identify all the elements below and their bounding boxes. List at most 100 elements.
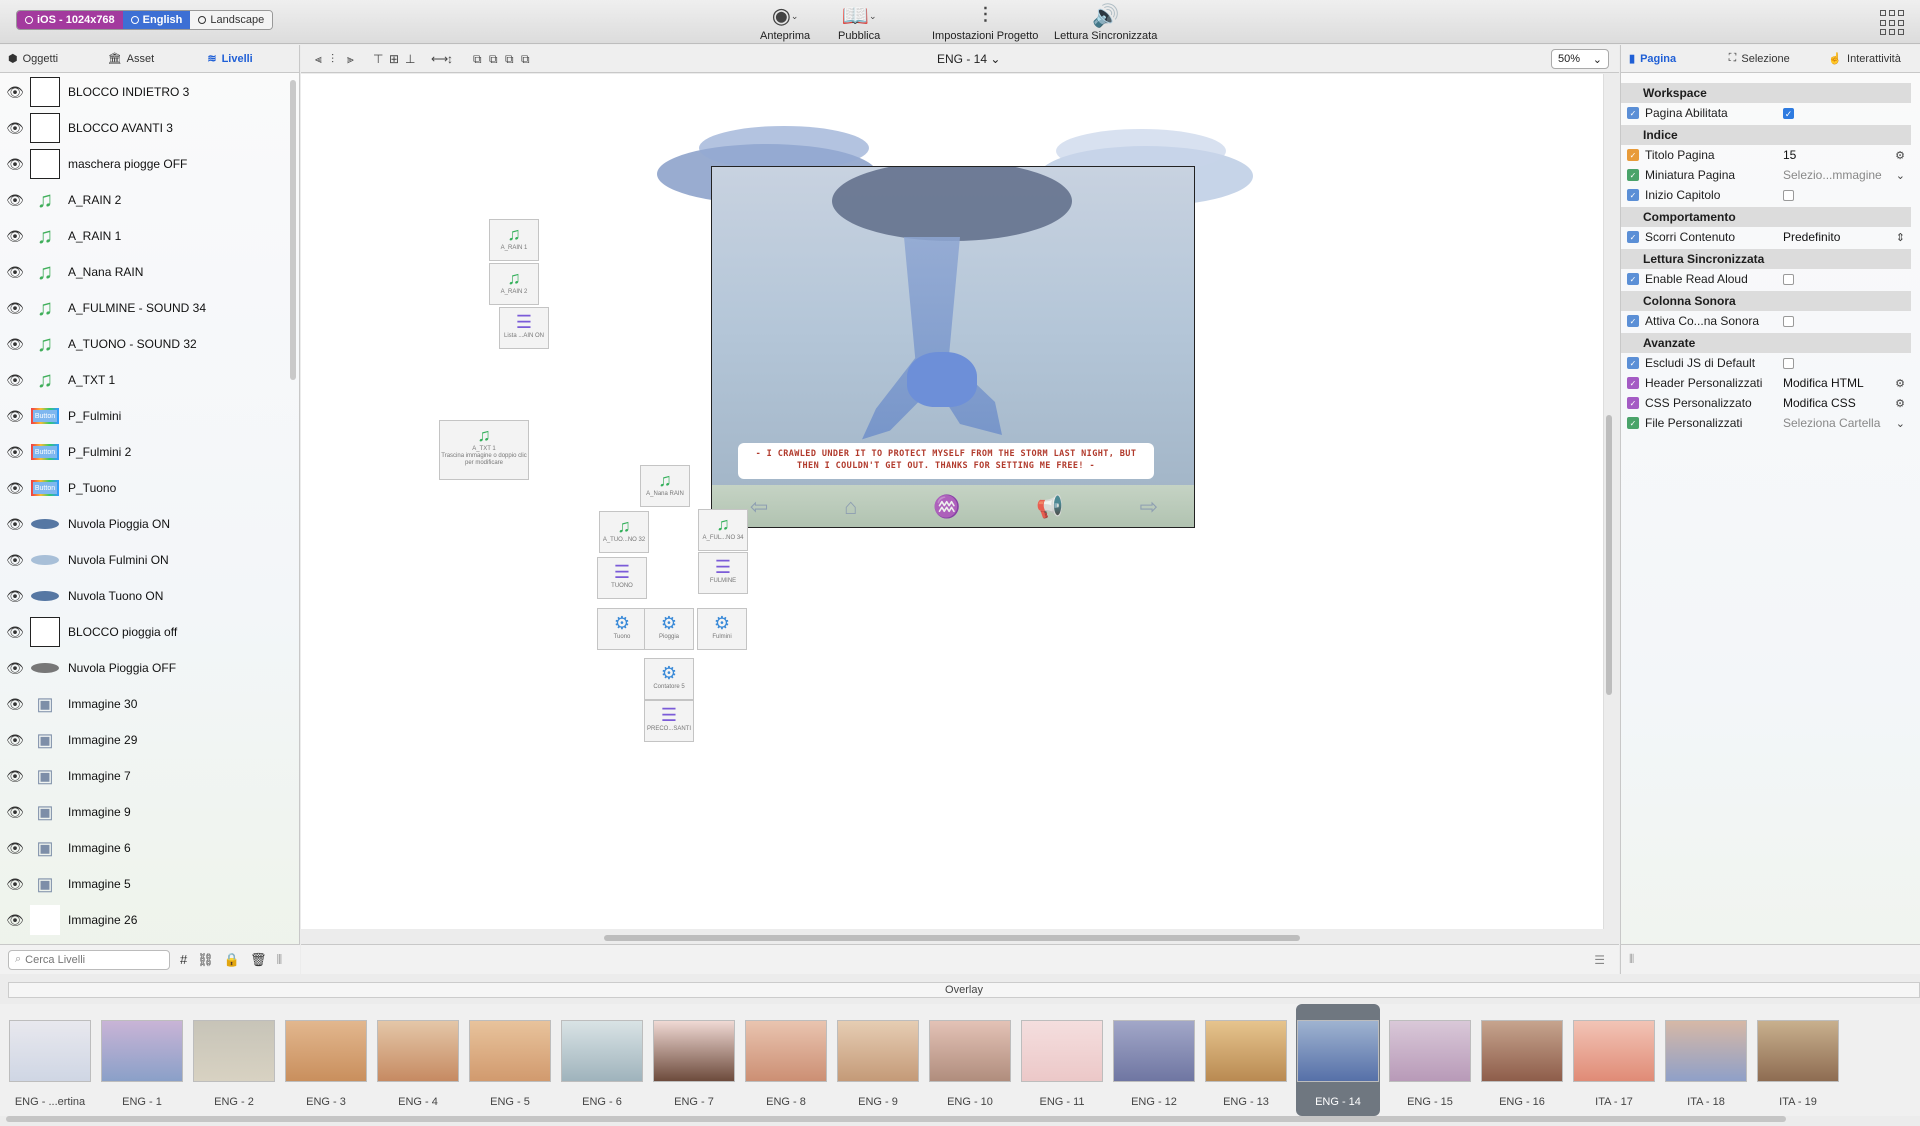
tab-pagina[interactable]: ▮ Pagina: [1621, 45, 1721, 72]
layer-row[interactable]: 👁 ▣ Immagine 7: [0, 758, 288, 794]
search-input[interactable]: [25, 953, 156, 966]
visibility-eye-icon[interactable]: 👁: [0, 768, 30, 785]
resize-handle-icon[interactable]: ⦀: [276, 952, 282, 968]
page-canvas[interactable]: - I CRAWLED UNDER IT TO PROTECT MYSELF F…: [301, 74, 1604, 929]
page-thumbnail[interactable]: ITA - 18: [1664, 1004, 1748, 1116]
canvas-object[interactable]: ☰ PRECO...SANTI: [644, 700, 694, 742]
page-thumbnail[interactable]: ENG - 1: [100, 1004, 184, 1116]
trash-icon[interactable]: 🗑: [250, 952, 267, 968]
canvas-object[interactable]: ♫ A_TUO...NO 32: [599, 511, 649, 553]
zoom-select[interactable]: 50% ⌄: [1551, 49, 1609, 69]
canvas-object[interactable]: ♫ A_RAIN 1: [489, 219, 539, 261]
gear-icon[interactable]: ⚙: [1895, 377, 1905, 390]
megaphone-icon[interactable]: 📢: [1036, 494, 1063, 520]
storm-cloud[interactable]: [832, 167, 1072, 241]
thumbnail-scrollbar[interactable]: [6, 1116, 1786, 1122]
visibility-eye-icon[interactable]: 👁: [0, 660, 30, 677]
overlay-bar[interactable]: Overlay: [8, 982, 1920, 998]
layer-row[interactable]: 👁 ▣ Immagine 5: [0, 866, 288, 902]
layer-row[interactable]: 👁 ♫ A_RAIN 1: [0, 218, 288, 254]
canvas-object[interactable]: ⚙ Contatore 5: [644, 658, 694, 700]
page-thumbnail[interactable]: ENG - 14: [1296, 1004, 1380, 1116]
layer-row[interactable]: 👁 maschera piogge OFF: [0, 146, 288, 182]
link-icon[interactable]: ⛓: [197, 952, 214, 968]
align-right-icon[interactable]: ⫸: [347, 52, 354, 67]
gear-icon[interactable]: ⚙: [1895, 397, 1905, 410]
visibility-eye-icon[interactable]: 👁: [0, 516, 30, 533]
canvas-object[interactable]: ☰ TUONO: [597, 557, 647, 599]
visibility-eye-icon[interactable]: 👁: [0, 408, 30, 425]
send-back-icon[interactable]: ⧉: [505, 52, 514, 67]
layer-row[interactable]: 👁 BLOCCO AVANTI 3: [0, 110, 288, 146]
tab-asset[interactable]: 🏛 Asset: [100, 45, 200, 72]
page-thumbnail[interactable]: ITA - 17: [1572, 1004, 1656, 1116]
page-thumbnail[interactable]: ENG - ...ertina: [8, 1004, 92, 1116]
layer-row[interactable]: 👁 BLOCCO pioggia off: [0, 614, 288, 650]
layer-row[interactable]: 👁 Nuvola Pioggia OFF: [0, 650, 288, 686]
layer-row[interactable]: 👁 ♫ A_TXT 1: [0, 362, 288, 398]
hash-icon[interactable]: #: [180, 952, 187, 967]
property-value[interactable]: Predefinito: [1783, 230, 1901, 244]
layer-row[interactable]: 👁 ▣ Immagine 30: [0, 686, 288, 722]
footprints-icon[interactable]: ♒: [933, 494, 960, 520]
canvas-object[interactable]: ♫ A_TXT 1 Trascina immagine o doppio clic …: [439, 420, 529, 480]
back-arrow-icon[interactable]: ⇦: [750, 494, 768, 520]
group-icon[interactable]: ⧉: [473, 52, 482, 67]
visibility-eye-icon[interactable]: 👁: [0, 264, 30, 281]
tab-interattivita[interactable]: ☝ Interattività: [1820, 45, 1920, 72]
layer-row[interactable]: 👁 ♫ A_RAIN 2: [0, 182, 288, 218]
menu-lines-icon[interactable]: ☰: [1594, 953, 1605, 967]
visibility-eye-icon[interactable]: 👁: [0, 156, 30, 173]
visibility-eye-icon[interactable]: 👁: [0, 624, 30, 641]
page-artwork[interactable]: - I CRAWLED UNDER IT TO PROTECT MYSELF F…: [711, 166, 1195, 528]
page-thumbnail[interactable]: ENG - 16: [1480, 1004, 1564, 1116]
lock-icon[interactable]: 🔒: [224, 952, 240, 968]
canvas-object[interactable]: ☰ FULMINE: [698, 552, 748, 594]
canvas-object[interactable]: ♫ A_RAIN 2: [489, 263, 539, 305]
sync-reading-button[interactable]: 🔊 Lettura Sincronizzata: [1054, 2, 1157, 42]
canvas-vertical-scrollbar[interactable]: [1606, 415, 1612, 695]
app-grid-icon[interactable]: [1880, 10, 1906, 36]
preview-button[interactable]: ◉ ⌄ Anteprima: [760, 2, 810, 42]
property-value[interactable]: Modifica HTML: [1783, 376, 1901, 390]
creature-image[interactable]: [907, 352, 977, 407]
property-checkbox[interactable]: [1783, 273, 1794, 285]
page-thumbnail[interactable]: ENG - 11: [1020, 1004, 1104, 1116]
layer-row[interactable]: 👁 BLOCCO INDIETRO 3: [0, 74, 288, 110]
visibility-eye-icon[interactable]: 👁: [0, 480, 30, 497]
distribute-h-icon[interactable]: ⟷: [431, 52, 448, 66]
page-thumbnail[interactable]: ITA - 19: [1756, 1004, 1840, 1116]
align-top-icon[interactable]: ⊤: [373, 52, 383, 66]
chevron-down-icon[interactable]: ⌄: [1896, 417, 1905, 430]
page-selector[interactable]: ENG - 14 ⌄: [937, 52, 1000, 66]
property-checkbox[interactable]: ✓: [1783, 107, 1794, 119]
cloud-rain-top-shape[interactable]: [699, 126, 869, 170]
property-value[interactable]: Modifica CSS: [1783, 396, 1901, 410]
visibility-eye-icon[interactable]: 👁: [0, 444, 30, 461]
canvas-object[interactable]: ⚙ Pioggia: [644, 608, 694, 650]
home-icon[interactable]: ⌂: [844, 494, 857, 520]
layer-row[interactable]: 👁 Nuvola Fulmini ON: [0, 542, 288, 578]
orientation-segment[interactable]: Landscape: [190, 11, 273, 29]
layer-row[interactable]: 👁 ♫ A_FULMINE - SOUND 34: [0, 290, 288, 326]
gear-icon[interactable]: ⚙: [1895, 149, 1905, 162]
visibility-eye-icon[interactable]: 👁: [0, 732, 30, 749]
ungroup-icon[interactable]: ⧉: [521, 52, 530, 67]
layer-search-field[interactable]: ⌕: [8, 949, 170, 970]
device-language-selector[interactable]: iOS - 1024x768 English Landscape: [16, 10, 274, 30]
align-center-icon[interactable]: ⫶: [331, 52, 334, 67]
visibility-eye-icon[interactable]: 👁: [0, 300, 30, 317]
bring-front-icon[interactable]: ⧉: [489, 52, 498, 67]
layer-row[interactable]: 👁 Button P_Fulmini 2: [0, 434, 288, 470]
page-thumbnail[interactable]: ENG - 6: [560, 1004, 644, 1116]
chevron-down-icon[interactable]: ⌄: [1896, 169, 1905, 182]
layer-row[interactable]: 👁 Immagine 26: [0, 902, 288, 938]
canvas-object[interactable]: ♫ A_Nana RAIN: [640, 465, 690, 507]
stepper-icon[interactable]: ⇕: [1896, 231, 1905, 244]
layer-list-scrollbar[interactable]: [290, 80, 296, 380]
canvas-object[interactable]: ☰ Lista ...AIN ON: [499, 307, 549, 349]
page-thumbnail[interactable]: ENG - 12: [1112, 1004, 1196, 1116]
device-segment[interactable]: iOS - 1024x768: [17, 11, 123, 29]
visibility-eye-icon[interactable]: 👁: [0, 84, 30, 101]
visibility-eye-icon[interactable]: 👁: [0, 840, 30, 857]
